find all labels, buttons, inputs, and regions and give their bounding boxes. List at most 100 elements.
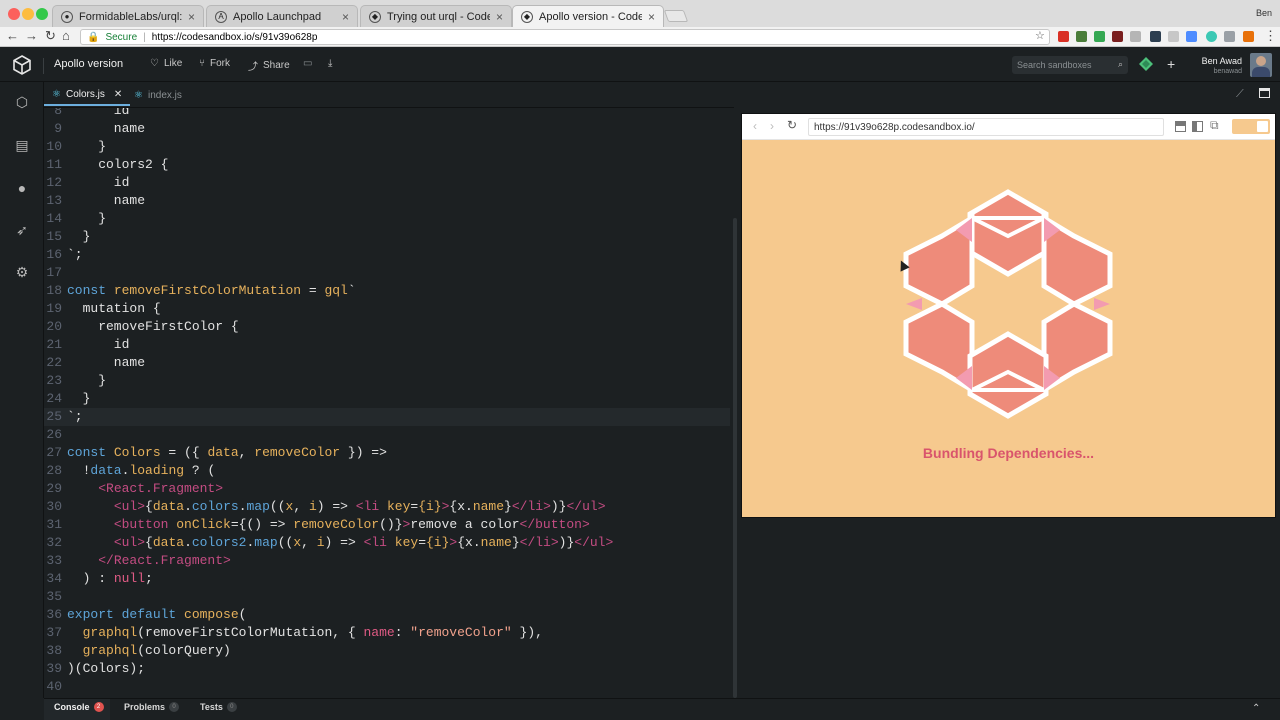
code-line[interactable]: 30 <ul>{data.colors.map((x, i) => <li ke… — [44, 498, 730, 516]
tests-tab[interactable]: Tests 0 — [200, 702, 237, 712]
reload-icon[interactable]: ↻ — [45, 28, 56, 44]
download-button[interactable]: ⤓ — [328, 58, 332, 69]
code-line[interactable]: 28 !data.loading ? ( — [44, 462, 730, 480]
layout-vertical-icon[interactable] — [1192, 121, 1203, 132]
search-input[interactable]: Search sandboxes ⌕ — [1012, 56, 1128, 74]
layout-horizontal-icon[interactable] — [1175, 121, 1186, 132]
codesandbox-logo-icon[interactable] — [12, 55, 32, 75]
extension-icon[interactable] — [1150, 31, 1161, 42]
new-sandbox-icon[interactable]: + — [1167, 56, 1175, 72]
extension-icon[interactable] — [1243, 31, 1254, 42]
home-icon[interactable]: ⌂ — [62, 28, 70, 43]
code-line[interactable]: 39)(Colors); — [44, 660, 730, 678]
code-line[interactable]: 40 — [44, 678, 730, 696]
code-line[interactable]: 23 } — [44, 372, 730, 390]
chrome-menu-icon[interactable]: ⋮ — [1264, 28, 1277, 44]
address-bar[interactable]: 🔒 Secure | https://codesandbox.io/s/91v3… — [80, 29, 1050, 45]
preview-forward-icon[interactable]: › — [770, 119, 774, 133]
extension-icon[interactable] — [1168, 31, 1179, 42]
share-button[interactable]: ⤴ Share — [248, 58, 290, 73]
code-line[interactable]: 22 name — [44, 354, 730, 372]
preview-back-icon[interactable]: ‹ — [753, 119, 757, 133]
code-line[interactable]: 13 name — [44, 192, 730, 210]
extension-icon[interactable] — [1094, 31, 1105, 42]
preview-url-input[interactable]: https://91v39o628p.codesandbox.io/ — [808, 118, 1164, 136]
preview-window-icon[interactable] — [1259, 88, 1270, 98]
tab-close-icon[interactable]: × — [188, 10, 195, 24]
save-button[interactable]: ▭ — [303, 58, 312, 69]
code-line[interactable]: 11 colors2 { — [44, 156, 730, 174]
code-line[interactable]: 24 } — [44, 390, 730, 408]
browser-tab-apollo-launchpad[interactable]: A Apollo Launchpad × — [206, 5, 358, 27]
console-tab[interactable]: Console 2 — [54, 702, 104, 712]
code-line[interactable]: 18 const removeFirstColorMutation = gql` — [44, 282, 730, 300]
extension-icon[interactable] — [1058, 31, 1069, 42]
code-line[interactable]: 34 ) : null; — [44, 570, 730, 588]
extension-icon[interactable] — [1186, 31, 1197, 42]
browser-tab-trying-urql[interactable]: ◆ Trying out urql - CodeSandbox × — [360, 5, 512, 27]
editor-scrollbar[interactable] — [733, 218, 737, 698]
code-line[interactable]: 14 } — [44, 210, 730, 228]
open-new-window-icon[interactable]: ⧉ — [1210, 118, 1219, 133]
profile-name[interactable]: Ben — [1256, 8, 1272, 18]
code-line[interactable]: 16 `; — [44, 246, 730, 264]
tab-index-js[interactable]: ⚛ index.js — [126, 84, 190, 106]
extension-icon[interactable] — [1224, 31, 1235, 42]
like-button[interactable]: ♡ Like — [150, 58, 182, 69]
code-line[interactable]: 27 const Colors = ({ data, removeColor })… — [44, 444, 730, 462]
code-line[interactable]: 29 <React.Fragment> — [44, 480, 730, 498]
sandbox-title[interactable]: Apollo version — [54, 58, 123, 70]
close-tab-icon[interactable]: ✕ — [114, 89, 122, 100]
code-line[interactable]: 26 — [44, 426, 730, 444]
new-tab-button[interactable] — [663, 10, 689, 22]
code-line[interactable]: 19 mutation { — [44, 300, 730, 318]
code-line[interactable]: 38 graphql(colorQuery) — [44, 642, 730, 660]
minimize-window-button[interactable] — [22, 8, 34, 20]
forward-icon[interactable]: → — [25, 28, 38, 43]
code-line[interactable]: 20 removeFirstColor { — [44, 318, 730, 336]
browser-tab-urql[interactable]: ● FormidableLabs/urql: Universa × — [52, 5, 204, 27]
code-line[interactable]: 10 } — [44, 138, 730, 156]
code-line[interactable]: 36 export default compose( — [44, 606, 730, 624]
code-line[interactable]: 37 graphql(removeFirstColorMutation, { n… — [44, 624, 730, 642]
code-text: removeFirstColor { — [67, 318, 238, 336]
prettify-icon[interactable]: ⟋ — [1236, 88, 1244, 101]
problems-tab[interactable]: Problems 0 — [124, 702, 180, 712]
code-line[interactable]: 33 </React.Fragment> — [44, 552, 730, 570]
code-editor[interactable]: 8 id 9 name 10 } 11 colors2 {12 id 13 name 14… — [44, 108, 734, 698]
github-icon[interactable]: ● — [13, 180, 31, 198]
project-info-icon[interactable]: ⬡ — [13, 94, 31, 112]
code-line[interactable]: 17 — [44, 264, 730, 282]
zoom-window-button[interactable] — [36, 8, 48, 20]
extension-icon[interactable] — [1076, 31, 1087, 42]
tab-close-icon[interactable]: × — [648, 10, 655, 24]
avatar[interactable] — [1250, 53, 1272, 77]
code-line[interactable]: 25 `; — [44, 408, 730, 426]
extension-icon[interactable] — [1206, 31, 1217, 42]
browser-tab-apollo-version[interactable]: ◆ Apollo version - CodeSandbox × — [512, 5, 664, 27]
code-line[interactable]: 32 <ul>{data.colors2.map((x, i) => <li k… — [44, 534, 730, 552]
code-line[interactable]: 21 id — [44, 336, 730, 354]
server-control-icon[interactable]: ⚙ — [13, 264, 31, 282]
code-line[interactable]: 35 — [44, 588, 730, 606]
bookmark-star-icon[interactable]: ☆ — [1035, 29, 1045, 42]
expand-panel-icon[interactable]: ⌃ — [1252, 703, 1260, 714]
extension-icon[interactable] — [1130, 31, 1141, 42]
code-line[interactable]: 12 id — [44, 174, 730, 192]
back-icon[interactable]: ← — [6, 28, 19, 43]
tab-close-icon[interactable]: × — [342, 10, 349, 24]
user-name[interactable]: Ben Awad — [1200, 56, 1242, 66]
code-line[interactable]: 9 name — [44, 120, 730, 138]
fork-button[interactable]: ⑂ Fork — [199, 58, 230, 69]
code-line[interactable]: 15 } — [44, 228, 730, 246]
preview-refresh-icon[interactable]: ↻ — [787, 118, 797, 132]
close-window-button[interactable] — [8, 8, 20, 20]
deployment-rocket-icon[interactable]: ➶ — [13, 222, 31, 240]
tab-colors-js[interactable]: ⚛ Colors.js ✕ — [44, 84, 131, 106]
file-explorer-icon[interactable]: ▤ — [13, 137, 31, 155]
code-line[interactable]: 8 id — [44, 108, 730, 120]
deploy-icon[interactable] — [1138, 56, 1154, 72]
tab-close-icon[interactable]: × — [496, 10, 503, 24]
extension-icon[interactable] — [1112, 31, 1123, 42]
code-line[interactable]: 31 <button onClick={() => removeColor()}… — [44, 516, 730, 534]
